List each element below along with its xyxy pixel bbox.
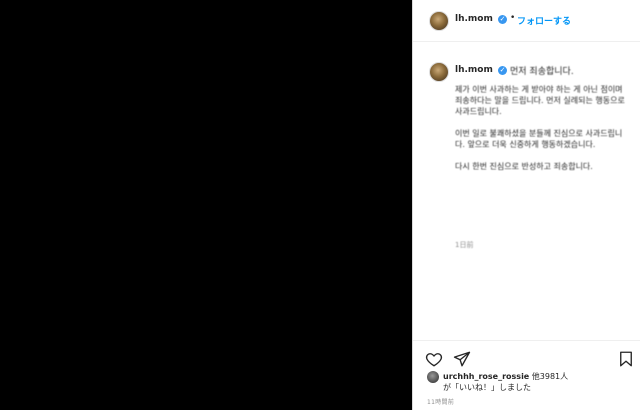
post-side-panel: lh.mom ✓ • フォローする lh.mom ✓ 먼저 죄송합니다. 제가 … — [412, 0, 640, 410]
caption-avatar[interactable] — [429, 62, 449, 82]
caption-timestamp: 1日前 — [455, 241, 474, 249]
caption-text: 제가 이번 사과하는 게 받아야 하는 게 아닌 점이며 죄송하다는 말을 드립… — [455, 84, 631, 183]
heart-icon[interactable] — [425, 350, 443, 368]
post-image[interactable] — [0, 0, 412, 410]
avatar[interactable] — [429, 11, 449, 31]
liker-avatar[interactable] — [427, 371, 439, 383]
post-header: lh.mom ✓ • フォローする — [413, 0, 640, 42]
share-icon[interactable] — [453, 350, 471, 368]
verified-icon: ✓ — [498, 15, 507, 24]
separator: • — [510, 13, 516, 23]
caption-paragraph: 다시 한번 진심으로 반성하고 죄송합니다. — [455, 162, 593, 171]
caption-first-line: 먼저 죄송합니다. — [510, 67, 574, 77]
caption-username[interactable]: lh.mom — [455, 65, 493, 75]
follow-button[interactable]: フォローする — [517, 14, 571, 27]
likes-count[interactable]: 他3981人 — [532, 372, 568, 381]
header-username[interactable]: lh.mom — [455, 14, 493, 24]
post-date: 11時間前 — [427, 399, 455, 406]
action-bar — [413, 340, 640, 370]
likes-text: が「いいね！」しました — [443, 383, 531, 392]
caption-paragraph: 이번 일로 불쾌하셨을 분들께 진심으로 사과드립니다. 앞으로 더욱 신중하게… — [455, 129, 623, 149]
verified-icon: ✓ — [498, 66, 507, 75]
caption-paragraph: 제가 이번 사과하는 게 받아야 하는 게 아닌 점이며 죄송하다는 말을 드립… — [455, 85, 625, 116]
bookmark-icon[interactable] — [617, 350, 635, 368]
liker-username[interactable]: urchhh_rose_rossie — [443, 372, 529, 381]
likes-summary: urchhh_rose_rossie 他3981人 — [443, 371, 568, 382]
